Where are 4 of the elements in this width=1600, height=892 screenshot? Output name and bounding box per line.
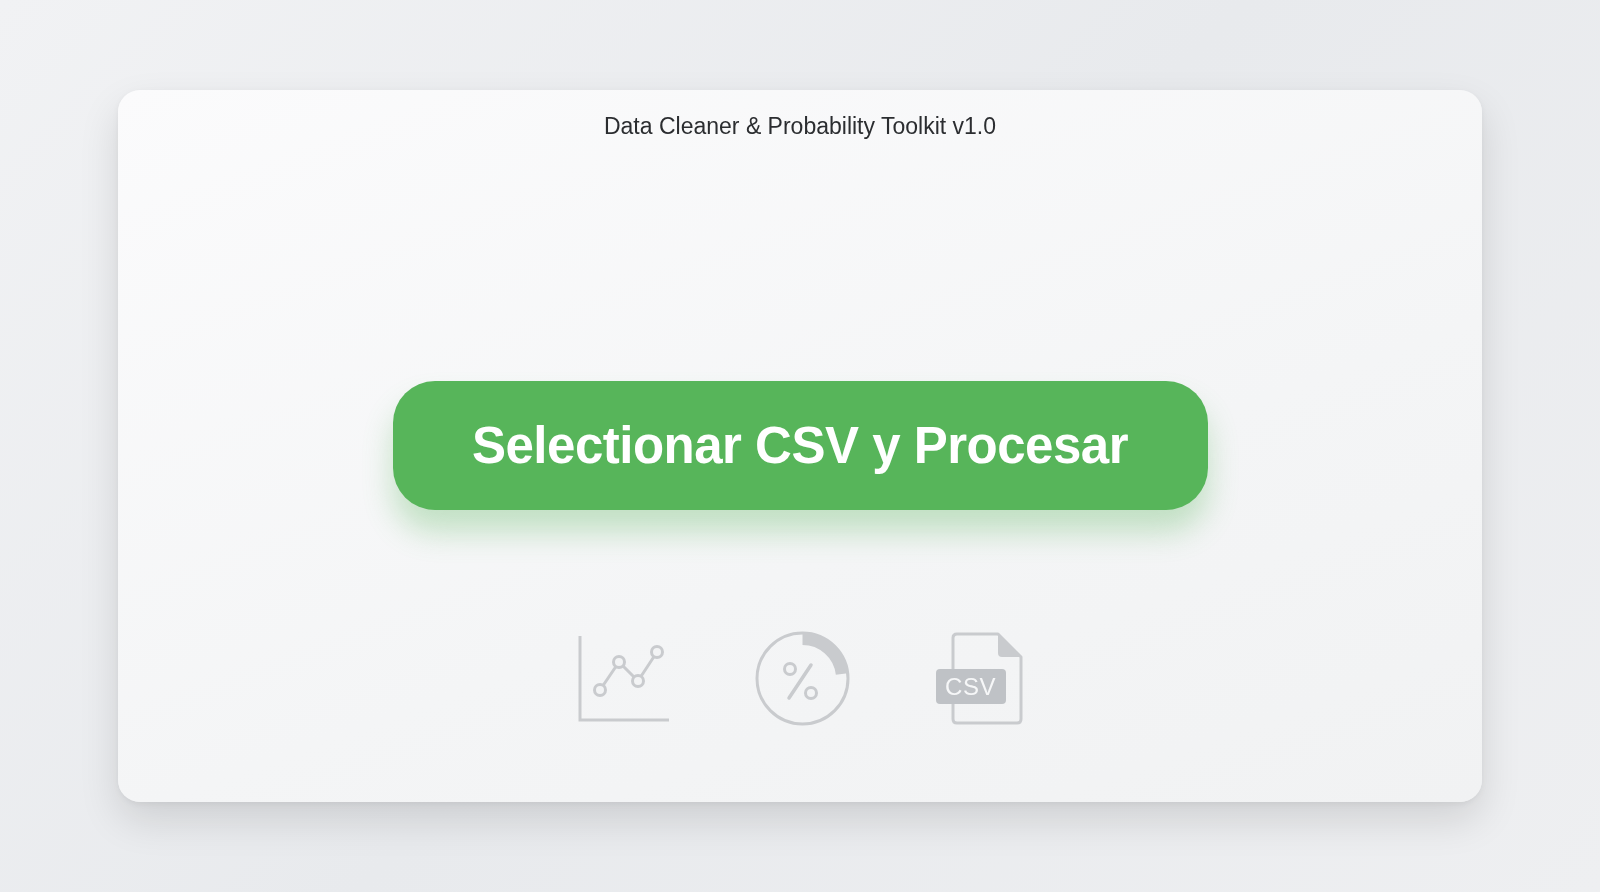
percent-gauge-icon bbox=[754, 631, 850, 726]
select-csv-button[interactable]: Selectionar CSV y Procesar bbox=[392, 381, 1208, 510]
app-title: Data Cleaner & Probability Toolkit v1.0 bbox=[603, 112, 997, 140]
line-chart-icon bbox=[577, 635, 669, 722]
